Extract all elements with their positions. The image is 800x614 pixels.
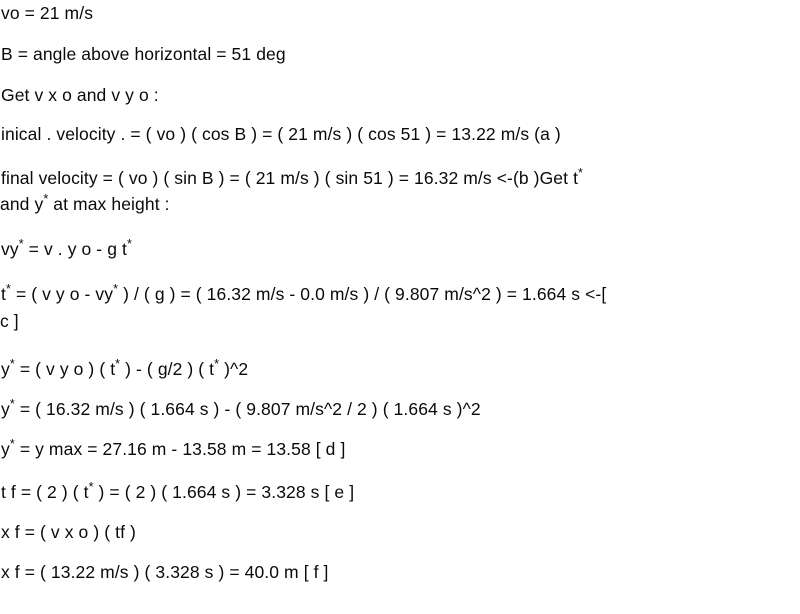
equation-line-vy-at-apex: vy* = v . y o - g t* (1, 237, 132, 259)
superscript-asterisk: * (9, 357, 15, 372)
equation-line-max-height-formula: y* = ( v y o ) ( t* ) - ( g/2 ) ( t* )^2 (1, 357, 249, 379)
superscript-asterisk: * (18, 237, 24, 252)
equation-line-time-to-apex-wrap: c ] (0, 311, 19, 331)
superscript-asterisk: * (9, 397, 15, 412)
superscript-asterisk: * (9, 437, 15, 452)
superscript-asterisk: * (43, 192, 49, 207)
equation-line-range-formula: x f = ( v x o ) ( tf ) (1, 522, 136, 542)
equation-line-max-height-result: y* = y max = 27.16 m - 13.58 m = 13.58 [… (1, 437, 346, 459)
superscript-asterisk: * (88, 480, 94, 495)
superscript-asterisk: * (214, 357, 220, 372)
equation-line-get-components-prompt: Get v x o and v y o : (1, 85, 159, 105)
solution-sheet: vo = 21 m/s B = angle above horizontal = … (0, 0, 800, 614)
equation-line-initial-speed: vo = 21 m/s (1, 3, 94, 23)
equation-line-total-flight-time: t f = ( 2 ) ( t* ) = ( 2 ) ( 1.664 s ) =… (1, 480, 355, 502)
equation-line-max-height-substituted: y* = ( 16.32 m/s ) ( 1.664 s ) - ( 9.807… (1, 397, 481, 419)
superscript-asterisk: * (115, 357, 121, 372)
equation-line-launch-angle: B = angle above horizontal = 51 deg (1, 44, 286, 64)
superscript-asterisk: * (5, 282, 11, 297)
equation-line-vertical-component-wrap: and y* at max height : (0, 192, 170, 214)
equation-line-horizontal-component: inical . velocity . = ( vo ) ( cos B ) =… (1, 124, 561, 144)
equation-line-time-to-apex: t* = ( v y o - vy* ) / ( g ) = ( 16.32 m… (1, 282, 607, 304)
equation-line-range-result: x f = ( 13.22 m/s ) ( 3.328 s ) = 40.0 m… (1, 562, 329, 582)
equation-line-vertical-component: final velocity = ( vo ) ( sin B ) = ( 21… (1, 166, 584, 188)
superscript-asterisk: * (578, 166, 584, 181)
superscript-asterisk: * (126, 237, 132, 252)
superscript-asterisk: * (113, 282, 119, 297)
